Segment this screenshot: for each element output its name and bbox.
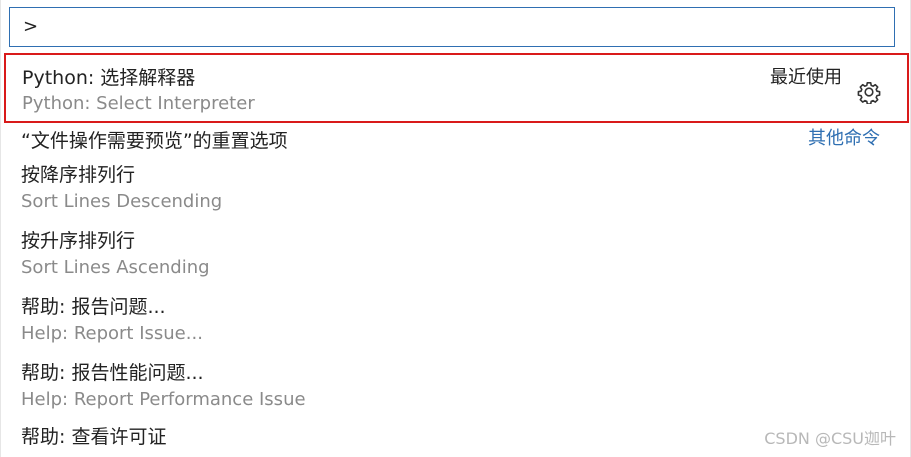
recently-used-label: 最近使用 (770, 67, 842, 88)
command-item-python-select-interpreter[interactable]: Python: 选择解释器 Python: Select Interpreter… (4, 53, 909, 123)
command-item-detail: Help: Report Performance Issue (21, 389, 306, 410)
command-item-label: 帮助: 查看许可证 (21, 426, 167, 448)
command-palette: > Python: 选择解释器 Python: Select Interpret… (0, 0, 911, 457)
command-item-reset-file-operation-preview[interactable]: “文件操作需要预览”的重置选项 其他命令 (1, 124, 911, 156)
command-list: Python: 选择解释器 Python: Select Interpreter… (1, 52, 911, 457)
command-item-label: 按升序排列行 (21, 230, 136, 252)
command-item-label: “文件操作需要预览”的重置选项 (21, 130, 288, 152)
watermark: CSDN @CSU迦叶 (764, 429, 896, 448)
command-item-report-issue[interactable]: 帮助: 报告问题... Help: Report Issue... (1, 288, 911, 348)
gear-icon[interactable] (857, 80, 881, 104)
command-item-label: 帮助: 报告性能问题... (21, 362, 204, 384)
command-item-sort-lines-ascending[interactable]: 按升序排列行 Sort Lines Ascending (1, 222, 911, 282)
command-item-detail: Sort Lines Ascending (21, 257, 210, 278)
command-item-detail: Sort Lines Descending (21, 191, 223, 212)
command-input[interactable]: > (23, 8, 38, 46)
command-item-label: 按降序排列行 (21, 164, 136, 186)
command-item-sort-lines-descending[interactable]: 按降序排列行 Sort Lines Descending (1, 156, 911, 216)
command-item-report-performance-issue[interactable]: 帮助: 报告性能问题... Help: Report Performance I… (1, 354, 911, 414)
command-input-container[interactable]: > (9, 7, 895, 47)
command-item-label: 帮助: 报告问题... (21, 296, 166, 318)
command-item-detail: Python: Select Interpreter (22, 93, 255, 114)
command-item-detail: Help: Report Issue... (21, 323, 203, 344)
other-commands-label: 其他命令 (808, 128, 880, 149)
command-item-label: Python: 选择解释器 (22, 67, 196, 89)
